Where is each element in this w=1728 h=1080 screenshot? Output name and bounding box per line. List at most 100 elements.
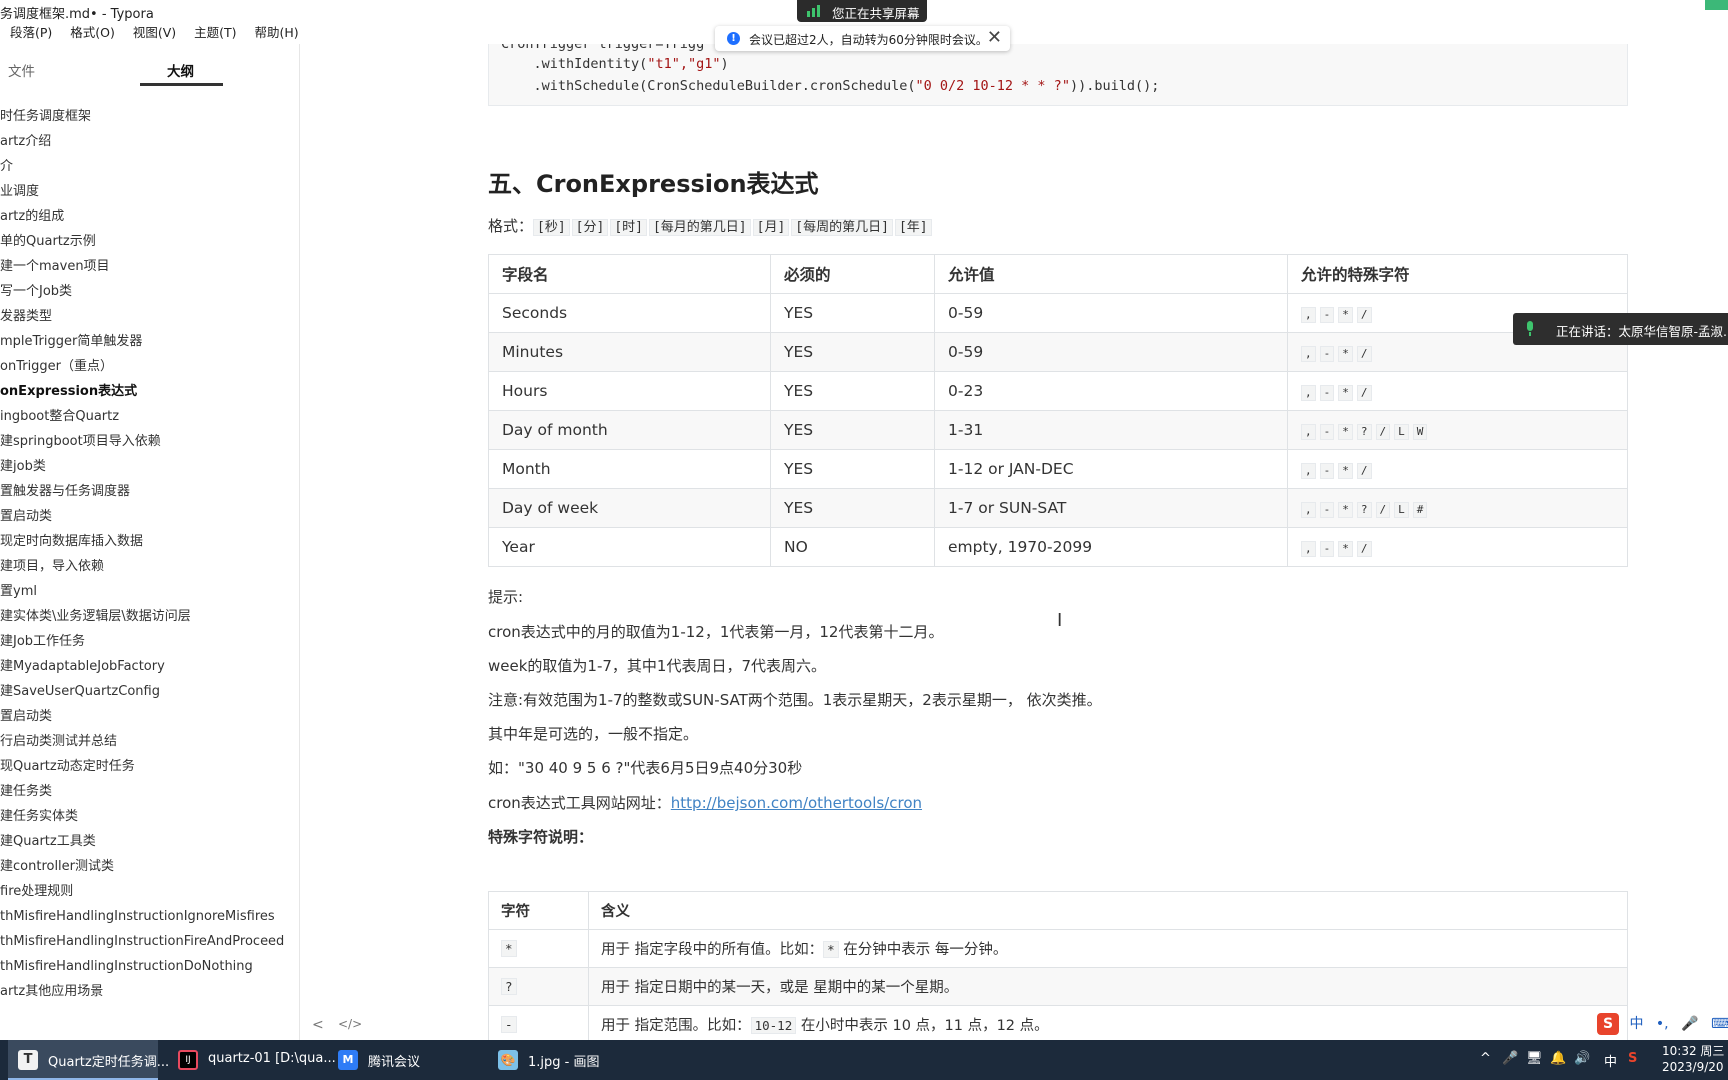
outline-item[interactable]: 写一个Job类	[0, 279, 299, 304]
code-text: )	[720, 56, 729, 72]
table-cell: , - * /	[1287, 371, 1628, 411]
table-header: 含义	[588, 891, 1628, 930]
menu-help[interactable]: 帮助(H)	[255, 22, 299, 41]
volume-icon[interactable]: 🔊	[1574, 1051, 1590, 1066]
outline-item[interactable]: 行启动类测试并总结	[0, 729, 299, 754]
special-char-chip: ,	[1301, 384, 1316, 401]
ime-punctuation-icon[interactable]: •,	[1656, 1016, 1669, 1032]
outline-item[interactable]: 建MyadaptableJobFactory	[0, 654, 299, 679]
outline-item[interactable]: onTrigger（重点）	[0, 354, 299, 379]
outline-item[interactable]: 建springboot项目导入依赖	[0, 429, 299, 454]
outline-item[interactable]: 建job类	[0, 454, 299, 479]
clock-date: 2023/9/20	[1662, 1060, 1724, 1074]
task-intellij[interactable]: IJ quartz-01 [D:\qua...	[168, 1040, 336, 1080]
input-language-indicator[interactable]: 中	[1604, 1051, 1617, 1070]
fields-table[interactable]: 字段名 必须的 允许值 允许的特殊字符 Seconds YES 0-59, - * / Mi…	[488, 254, 1628, 567]
outline-item[interactable]: 建Quartz工具类	[0, 829, 299, 854]
ime-voice-icon[interactable]: 🎤	[1681, 1016, 1698, 1032]
typora-icon: T	[18, 1050, 38, 1070]
ime-toolbar[interactable]: S 中 •, 🎤 ⌨	[1597, 1013, 1728, 1037]
outline-item[interactable]: thMisfireHandlingInstructionFireAndProce…	[0, 929, 299, 954]
code-string: "t1","g1"	[647, 56, 721, 72]
outline-item[interactable]: 置启动类	[0, 504, 299, 529]
special-char-chip: ,	[1301, 345, 1316, 362]
outline-item[interactable]: 业调度	[0, 179, 299, 204]
special-char-chip: -	[1319, 423, 1335, 440]
display-icon[interactable]: 🖥	[1526, 1051, 1543, 1066]
outline-item[interactable]: 建Job工作任务	[0, 629, 299, 654]
tip-link-label: cron表达式工具网站网址：	[488, 794, 671, 812]
ime-keyboard-icon[interactable]: ⌨	[1711, 1016, 1728, 1032]
special-char-chip: ?	[1356, 501, 1372, 518]
special-char-chip: ,	[1301, 462, 1316, 479]
outline-item[interactable]: onExpression表达式	[0, 379, 299, 404]
table-cell: Day of week	[488, 488, 771, 528]
screen-share-banner[interactable]: 您正在共享屏幕	[797, 0, 927, 22]
outline-item[interactable]: 建项目，导入依赖	[0, 554, 299, 579]
outline-item[interactable]: 建任务实体类	[0, 804, 299, 829]
tip-paragraph: week的取值为1-7，其中1代表周日，7代表周六。	[488, 657, 826, 675]
task-tencent-meeting[interactable]: M 腾讯会议	[328, 1040, 478, 1080]
outline-item[interactable]: fire处理规则	[0, 879, 299, 904]
special-char-chip: *	[1338, 540, 1353, 557]
task-paint[interactable]: 🎨 1.jpg - 画图	[488, 1040, 638, 1080]
notification-icon[interactable]: 🔔	[1550, 1051, 1566, 1066]
cron-tool-link[interactable]: http://bejson.com/othertools/cron	[671, 794, 922, 812]
sogou-tray-icon[interactable]: S	[1628, 1051, 1637, 1066]
menu-theme[interactable]: 主题(T)	[194, 22, 236, 41]
outline-item[interactable]: 建实体类\业务逻辑层\数据访问层	[0, 604, 299, 629]
sidebar-tabs: 文件 大纲	[0, 44, 299, 89]
ime-mode[interactable]: 中	[1629, 1016, 1643, 1032]
editor-content[interactable]: CronTrigger trigger=Trigg .withIdentity(…	[300, 44, 1728, 1040]
code-block[interactable]: CronTrigger trigger=Trigg .withIdentity(…	[488, 44, 1628, 106]
paint-icon: 🎨	[498, 1050, 518, 1070]
close-icon[interactable]: ✕	[987, 27, 1002, 48]
special-chars-table[interactable]: 字符 含义 * 用于 指定字段中的所有值。比如： * 在分钟中表示 每一分钟。 ?…	[488, 891, 1628, 1040]
table-row: - 用于 指定范围。比如： 10-12 在小时中表示 10 点，11 点，12 点…	[488, 1005, 1628, 1040]
outline-item[interactable]: 置yml	[0, 579, 299, 604]
outline-item[interactable]: 建一个maven项目	[0, 254, 299, 279]
outline-item[interactable]: 现Quartz动态定时任务	[0, 754, 299, 779]
outline-item[interactable]: thMisfireHandlingInstructionIgnoreMisfir…	[0, 904, 299, 929]
outline-item[interactable]: 介	[0, 154, 299, 179]
outline-item[interactable]: 单的Quartz示例	[0, 229, 299, 254]
show-hidden-icons-icon[interactable]: ^	[1480, 1051, 1491, 1066]
outline-item[interactable]: 发器类型	[0, 304, 299, 329]
format-hours: [时]	[610, 219, 647, 236]
tab-active-indicator	[140, 83, 223, 86]
special-char-chip: -	[1319, 306, 1335, 323]
table-cell: 0-23	[934, 371, 1288, 411]
outline-item[interactable]: thMisfireHandlingInstructionDoNothing	[0, 954, 299, 979]
table-cell: YES	[770, 488, 935, 528]
section-heading: 五、CronExpression表达式	[488, 170, 819, 198]
outline-item[interactable]: ingboot整合Quartz	[0, 404, 299, 429]
menu-paragraph[interactable]: 段落(P)	[10, 22, 52, 41]
outline-item[interactable]: artz介绍	[0, 129, 299, 154]
clock[interactable]: 10:32 周三 2023/9/20	[1662, 1043, 1728, 1075]
menu-view[interactable]: 视图(V)	[133, 22, 176, 41]
outline-item[interactable]: artz的组成	[0, 204, 299, 229]
microphone-tray-icon[interactable]: 🎤	[1502, 1051, 1518, 1066]
info-icon: !	[727, 32, 740, 45]
code-line-3: .withSchedule(CronScheduleBuilder.cronSc…	[501, 78, 1160, 94]
outline-item[interactable]: 现定时向数据库插入数据	[0, 529, 299, 554]
menu-format[interactable]: 格式(O)	[70, 22, 115, 41]
sogou-logo-icon[interactable]: S	[1597, 1013, 1619, 1035]
tab-file[interactable]: 文件	[8, 60, 35, 80]
special-char-chip: ,	[1301, 306, 1316, 323]
special-char-chip: /	[1356, 384, 1372, 401]
outline-item[interactable]: mpleTrigger简单触发器	[0, 329, 299, 354]
table-cell: 1-12 or JAN-DEC	[934, 449, 1288, 489]
outline-item[interactable]: artz其他应用场景	[0, 979, 299, 1004]
task-typora[interactable]: T Quartz定时任务调...	[8, 1040, 169, 1080]
tab-outline[interactable]: 大纲	[167, 60, 194, 80]
outline-item[interactable]: 置启动类	[0, 704, 299, 729]
char-code: ?	[501, 977, 517, 995]
outline-item[interactable]: 建controller测试类	[0, 854, 299, 879]
outline-item[interactable]: 置触发器与任务调度器	[0, 479, 299, 504]
outline-item[interactable]: 时任务调度框架	[0, 104, 299, 129]
format-line: 格式： [秒] [分] [时] [每月的第几日] [月] [每周的第几日] [年]	[488, 215, 934, 236]
outline-item[interactable]: 建任务类	[0, 779, 299, 804]
outline-item[interactable]: 建SaveUserQuartzConfig	[0, 679, 299, 704]
table-cell: YES	[770, 410, 935, 450]
